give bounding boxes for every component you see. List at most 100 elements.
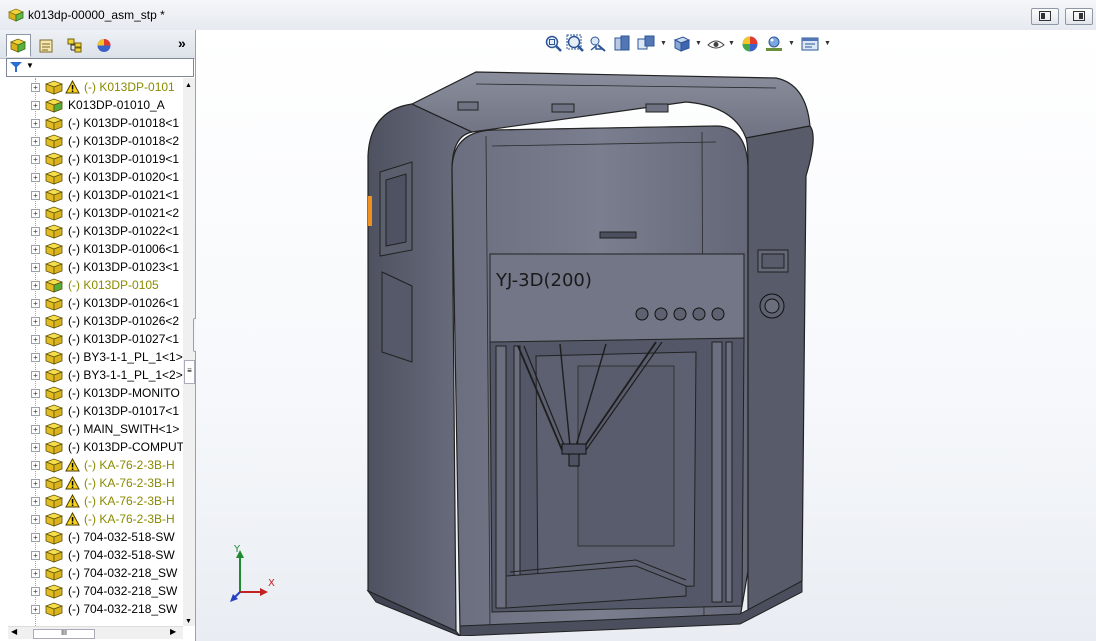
tree-item-label: (-) 704-032-518-SW — [68, 530, 175, 544]
expand-node-icon[interactable]: + — [31, 299, 40, 308]
tree-item[interactable]: + (-) 704-032-518-SW — [0, 546, 183, 564]
tree-item-label: (-) K013DP-0105 — [68, 278, 159, 292]
expand-node-icon[interactable]: + — [31, 281, 40, 290]
view-orientation-icon[interactable] — [636, 34, 656, 54]
expand-node-icon[interactable]: + — [31, 515, 40, 524]
part-icon — [45, 476, 63, 491]
tree-item[interactable]: + (-) BY3-1-1_PL_1<1> — [0, 348, 183, 366]
hscroll-thumb[interactable]: III — [33, 629, 95, 639]
expand-node-icon[interactable]: + — [31, 263, 40, 272]
expand-node-icon[interactable]: + — [31, 425, 40, 434]
tree-item[interactable]: + (-) K013DP-01021<1 — [0, 186, 183, 204]
tree-item[interactable]: + (-) K013DP-MONITO — [0, 384, 183, 402]
expand-node-icon[interactable]: + — [31, 101, 40, 110]
horizontal-scrollbar[interactable]: ◀ III ▶ — [8, 626, 183, 639]
apply-scene-icon[interactable] — [764, 34, 784, 54]
tree-item[interactable]: + (-) K013DP-01020<1 — [0, 168, 183, 186]
propertymanager-tab[interactable] — [34, 34, 59, 57]
tree-item[interactable]: + (-) KA-76-2-3B-H — [0, 474, 183, 492]
part-icon — [45, 314, 63, 329]
expand-node-icon[interactable]: + — [31, 317, 40, 326]
view-settings-dropdown[interactable]: ▼ — [824, 40, 831, 47]
edit-appearance-icon[interactable] — [740, 34, 760, 54]
scroll-thumb[interactable]: ≡ — [184, 360, 195, 384]
display-style-icon[interactable] — [672, 34, 692, 54]
hide-show-dropdown[interactable]: ▼ — [728, 40, 735, 47]
expand-node-icon[interactable]: + — [31, 533, 40, 542]
expand-node-icon[interactable]: + — [31, 137, 40, 146]
expand-node-icon[interactable]: + — [31, 497, 40, 506]
apply-scene-dropdown[interactable]: ▼ — [788, 40, 795, 47]
expand-node-icon[interactable]: + — [31, 443, 40, 452]
tree-item[interactable]: + (-) KA-76-2-3B-H — [0, 456, 183, 474]
display-style-dropdown[interactable]: ▼ — [695, 40, 702, 47]
part-icon — [45, 386, 63, 401]
expand-node-icon[interactable]: + — [31, 389, 40, 398]
tree-item[interactable]: + (-) K013DP-01021<2 — [0, 204, 183, 222]
expand-node-icon[interactable]: + — [31, 335, 40, 344]
vertical-scrollbar[interactable]: ▲ ≡ ▼ — [183, 78, 195, 626]
expand-node-icon[interactable]: + — [31, 569, 40, 578]
tree-item[interactable]: + (-) K013DP-01006<1 — [0, 240, 183, 258]
graphics-area[interactable]: ▼ ▼ ▼ ▼ ▼ YJ-3D(200) Y X — [196, 30, 1096, 641]
tile-right-button[interactable] — [1065, 8, 1093, 25]
tree-item-label: (-) K013DP-01022<1 — [68, 224, 180, 238]
expand-node-icon[interactable]: + — [31, 227, 40, 236]
expand-node-icon[interactable]: + — [31, 119, 40, 128]
tree-item[interactable]: + (-) K013DP-01026<2 — [0, 312, 183, 330]
scroll-up-arrow-icon[interactable]: ▲ — [185, 82, 192, 89]
tree-item[interactable]: + (-) K013DP-01017<1 — [0, 402, 183, 420]
expand-node-icon[interactable]: + — [31, 461, 40, 470]
section-view-icon[interactable] — [612, 34, 632, 54]
configurationmanager-tab[interactable] — [63, 34, 88, 57]
zoom-to-fit-icon[interactable] — [544, 34, 564, 54]
expand-node-icon[interactable]: + — [31, 191, 40, 200]
scroll-left-arrow-icon[interactable]: ◀ — [11, 627, 17, 636]
tree-item[interactable]: + (-) K013DP-01018<2 — [0, 132, 183, 150]
expand-node-icon[interactable]: + — [31, 245, 40, 254]
featuremanager-tab[interactable] — [6, 34, 31, 57]
tree-item[interactable]: + (-) K013DP-01018<1 — [0, 114, 183, 132]
expand-tabs-button[interactable]: » — [178, 35, 186, 51]
tree-item[interactable]: + (-) K013DP-01019<1 — [0, 150, 183, 168]
tree-item[interactable]: + (-) KA-76-2-3B-H — [0, 510, 183, 528]
expand-node-icon[interactable]: + — [31, 353, 40, 362]
previous-view-icon[interactable] — [588, 34, 608, 54]
tree-item[interactable]: + (-) KA-76-2-3B-H — [0, 492, 183, 510]
tree-item[interactable]: + (-) BY3-1-1_PL_1<2> — [0, 366, 183, 384]
hide-show-icon[interactable] — [706, 34, 726, 54]
view-settings-icon[interactable] — [800, 34, 820, 54]
tree-item[interactable]: + K013DP-01010_A — [0, 96, 183, 114]
expand-node-icon[interactable]: + — [31, 173, 40, 182]
filter-field[interactable]: ▼ — [6, 58, 194, 77]
tree-item[interactable]: + (-) K013DP-COMPUT — [0, 438, 183, 456]
view-orientation-dropdown[interactable]: ▼ — [660, 40, 667, 47]
expand-node-icon[interactable]: + — [31, 155, 40, 164]
tile-left-button[interactable] — [1031, 8, 1059, 25]
tree-item[interactable]: + (-) K013DP-0101 — [0, 78, 183, 96]
expand-node-icon[interactable]: + — [31, 209, 40, 218]
tree-item[interactable]: + (-) K013DP-01023<1 — [0, 258, 183, 276]
printer-3d-model[interactable]: YJ-3D(200) — [356, 66, 816, 636]
expand-node-icon[interactable]: + — [31, 551, 40, 560]
expand-node-icon[interactable]: + — [31, 587, 40, 596]
tree-item[interactable]: + (-) K013DP-01027<1 — [0, 330, 183, 348]
scroll-right-arrow-icon[interactable]: ▶ — [170, 627, 176, 636]
tree-item[interactable]: + (-) 704-032-218_SW — [0, 582, 183, 600]
tree-item[interactable]: + (-) 704-032-218_SW — [0, 600, 183, 618]
expand-node-icon[interactable]: + — [31, 371, 40, 380]
zoom-to-area-icon[interactable] — [566, 34, 586, 54]
tree-item[interactable]: + (-) MAIN_SWITH<1> — [0, 420, 183, 438]
expand-node-icon[interactable]: + — [31, 605, 40, 614]
part-icon — [45, 260, 63, 275]
tree-item[interactable]: + (-) K013DP-01026<1 — [0, 294, 183, 312]
expand-node-icon[interactable]: + — [31, 479, 40, 488]
tree-item[interactable]: + (-) 704-032-518-SW — [0, 528, 183, 546]
expand-node-icon[interactable]: + — [31, 407, 40, 416]
appearance-tab[interactable] — [92, 34, 117, 57]
scroll-down-arrow-icon[interactable]: ▼ — [185, 618, 192, 625]
tree-item[interactable]: + (-) 704-032-218_SW — [0, 564, 183, 582]
tree-item[interactable]: + (-) K013DP-0105 — [0, 276, 183, 294]
tree-item[interactable]: + (-) K013DP-01022<1 — [0, 222, 183, 240]
expand-node-icon[interactable]: + — [31, 83, 40, 92]
